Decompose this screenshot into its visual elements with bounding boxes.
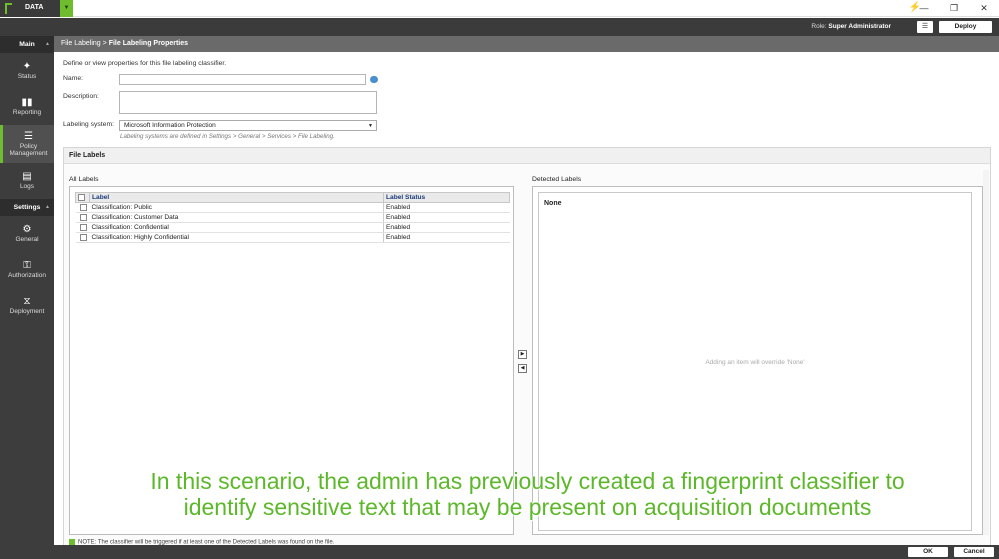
sidebar-item-general[interactable]: ⚙ General <box>0 216 54 252</box>
sidebar-item-policy-management[interactable]: ☰ Policy Management <box>0 125 54 163</box>
name-field[interactable] <box>119 74 366 85</box>
label-cell: Classification: Public <box>89 202 384 213</box>
label-cell: Classification: Highly Confidential <box>89 232 384 243</box>
sidebar-item-label: Authorization <box>8 272 46 279</box>
breadcrumb-parent-link[interactable]: File Labeling <box>61 40 101 47</box>
status-cell: Enabled <box>383 222 510 233</box>
table-row[interactable]: Classification: Public Enabled <box>75 202 510 213</box>
chevron-up-icon: ▲ <box>45 41 50 47</box>
breadcrumb-separator: > <box>100 40 109 47</box>
column-header-label[interactable]: Label <box>89 192 384 203</box>
row-checkbox[interactable] <box>80 233 87 241</box>
table-row[interactable]: Classification: Customer Data Enabled <box>75 212 510 223</box>
table-row[interactable]: Classification: Confidential Enabled <box>75 222 510 233</box>
deploy-button[interactable]: Deploy <box>939 21 992 33</box>
list-menu-button[interactable]: ☰ <box>917 21 933 33</box>
minimize-button[interactable]: — <box>909 0 939 17</box>
column-header-status[interactable]: Label Status <box>383 192 510 203</box>
logs-icon: ▤ <box>22 171 32 182</box>
footer-bar: OK Cancel <box>54 545 999 559</box>
move-left-button[interactable]: ◀ <box>518 364 527 373</box>
sidebar-item-label: Policy Management <box>9 143 48 157</box>
labeling-system-value: Microsoft Information Protection <box>124 122 216 129</box>
restore-button[interactable]: ❐ <box>939 0 969 17</box>
sidebar-item-reporting[interactable]: ▮▮ Reporting <box>0 89 54 125</box>
chevron-down-icon: ▼ <box>368 123 373 129</box>
table-row[interactable]: Classification: Highly Confidential Enab… <box>75 232 510 243</box>
sidebar-item-deployment[interactable]: ⧖ Deployment <box>0 288 54 324</box>
labeling-system-select[interactable]: Microsoft Information Protection ▼ <box>119 120 377 131</box>
app-name: DATA <box>25 4 44 11</box>
form-intro: Define or view properties for this file … <box>63 60 227 67</box>
sidebar-item-label: Reporting <box>12 109 42 116</box>
cancel-button[interactable]: Cancel <box>954 547 994 557</box>
row-checkbox[interactable] <box>80 223 87 231</box>
select-all-checkbox[interactable] <box>78 193 85 201</box>
ok-button[interactable]: OK <box>908 547 948 557</box>
label-cell: Classification: Confidential <box>89 222 384 233</box>
sidebar-section-label: Main <box>19 41 35 48</box>
sidebar-item-logs[interactable]: ▤ Logs <box>0 163 54 199</box>
network-icon: ⧖ <box>23 296 31 307</box>
description-field[interactable] <box>119 91 377 114</box>
role-label: Role: Super Administrator <box>811 23 891 30</box>
sidebar-item-label: Logs <box>19 183 35 190</box>
labeling-system-label: Labeling system: <box>63 121 115 128</box>
status-cell: Enabled <box>383 212 510 223</box>
status-cell: Enabled <box>383 202 510 213</box>
app-logo: DATA <box>0 0 60 17</box>
file-labels-header: File Labels <box>64 148 990 164</box>
role-value: Super Administrator <box>828 23 891 30</box>
breadcrumb: File Labeling > File Labeling Properties <box>54 36 999 52</box>
all-labels-title: All Labels <box>69 176 99 183</box>
detected-none-item[interactable]: None <box>544 200 562 207</box>
label-cell: Classification: Customer Data <box>89 212 384 223</box>
sidebar-section-settings[interactable]: Settings ▲ <box>0 199 54 216</box>
labeling-system-hint: Labeling systems are defined in Settings… <box>120 133 335 140</box>
logo-icon <box>5 3 12 14</box>
breadcrumb-current: File Labeling Properties <box>108 40 189 47</box>
row-checkbox-cell <box>75 222 90 233</box>
select-all-cell <box>75 192 90 203</box>
row-checkbox-cell <box>75 212 90 223</box>
detected-labels-hint: Adding an item will override 'None' <box>705 359 805 366</box>
policy-icon: ☰ <box>24 131 33 142</box>
row-checkbox-cell <box>75 232 90 243</box>
status-cell: Enabled <box>383 232 510 243</box>
window-controls: — ❐ ✕ <box>909 0 999 17</box>
row-checkbox[interactable] <box>80 213 87 221</box>
close-button[interactable]: ✕ <box>969 0 999 17</box>
sidebar-item-label: Deployment <box>9 308 45 315</box>
key-icon: ⚿ <box>23 260 31 271</box>
header-bar: Role: Super Administrator ☰ Deploy <box>0 18 999 36</box>
row-checkbox[interactable] <box>80 203 87 211</box>
sidebar-item-status[interactable]: ✦ Status <box>0 53 54 89</box>
chart-icon: ▮▮ <box>21 97 33 108</box>
row-checkbox-cell <box>75 202 90 213</box>
status-icon: ✦ <box>22 61 32 72</box>
name-label: Name: <box>63 75 84 82</box>
caption-line-2: identify sensitive text that may be pres… <box>183 494 872 520</box>
sidebar-item-label: General <box>15 236 39 243</box>
sidebar-item-authorization[interactable]: ⚿ Authorization <box>0 252 54 288</box>
globe-icon[interactable] <box>370 76 378 83</box>
caption-line-1: In this scenario, the admin has previous… <box>150 468 905 494</box>
chevron-up-icon: ▲ <box>45 204 50 210</box>
labels-table: Label Label Status Classification: Publi… <box>75 192 510 243</box>
move-right-button[interactable]: ▶ <box>518 350 527 359</box>
app-menu-button[interactable]: ▼ <box>60 0 73 17</box>
detected-labels-title: Detected Labels <box>532 176 582 183</box>
role-caption: Role: <box>811 23 827 30</box>
sidebar-section-label: Settings <box>13 204 41 211</box>
sidebar-section-main[interactable]: Main ▲ <box>0 36 54 53</box>
sidebar-item-label: Status <box>17 73 37 80</box>
gear-icon: ⚙ <box>22 224 32 235</box>
description-label: Description: <box>63 93 99 100</box>
title-bar: DATA ▼ ⚡ — ❐ ✕ <box>0 0 999 17</box>
caption-overlay: In this scenario, the admin has previous… <box>0 468 999 520</box>
